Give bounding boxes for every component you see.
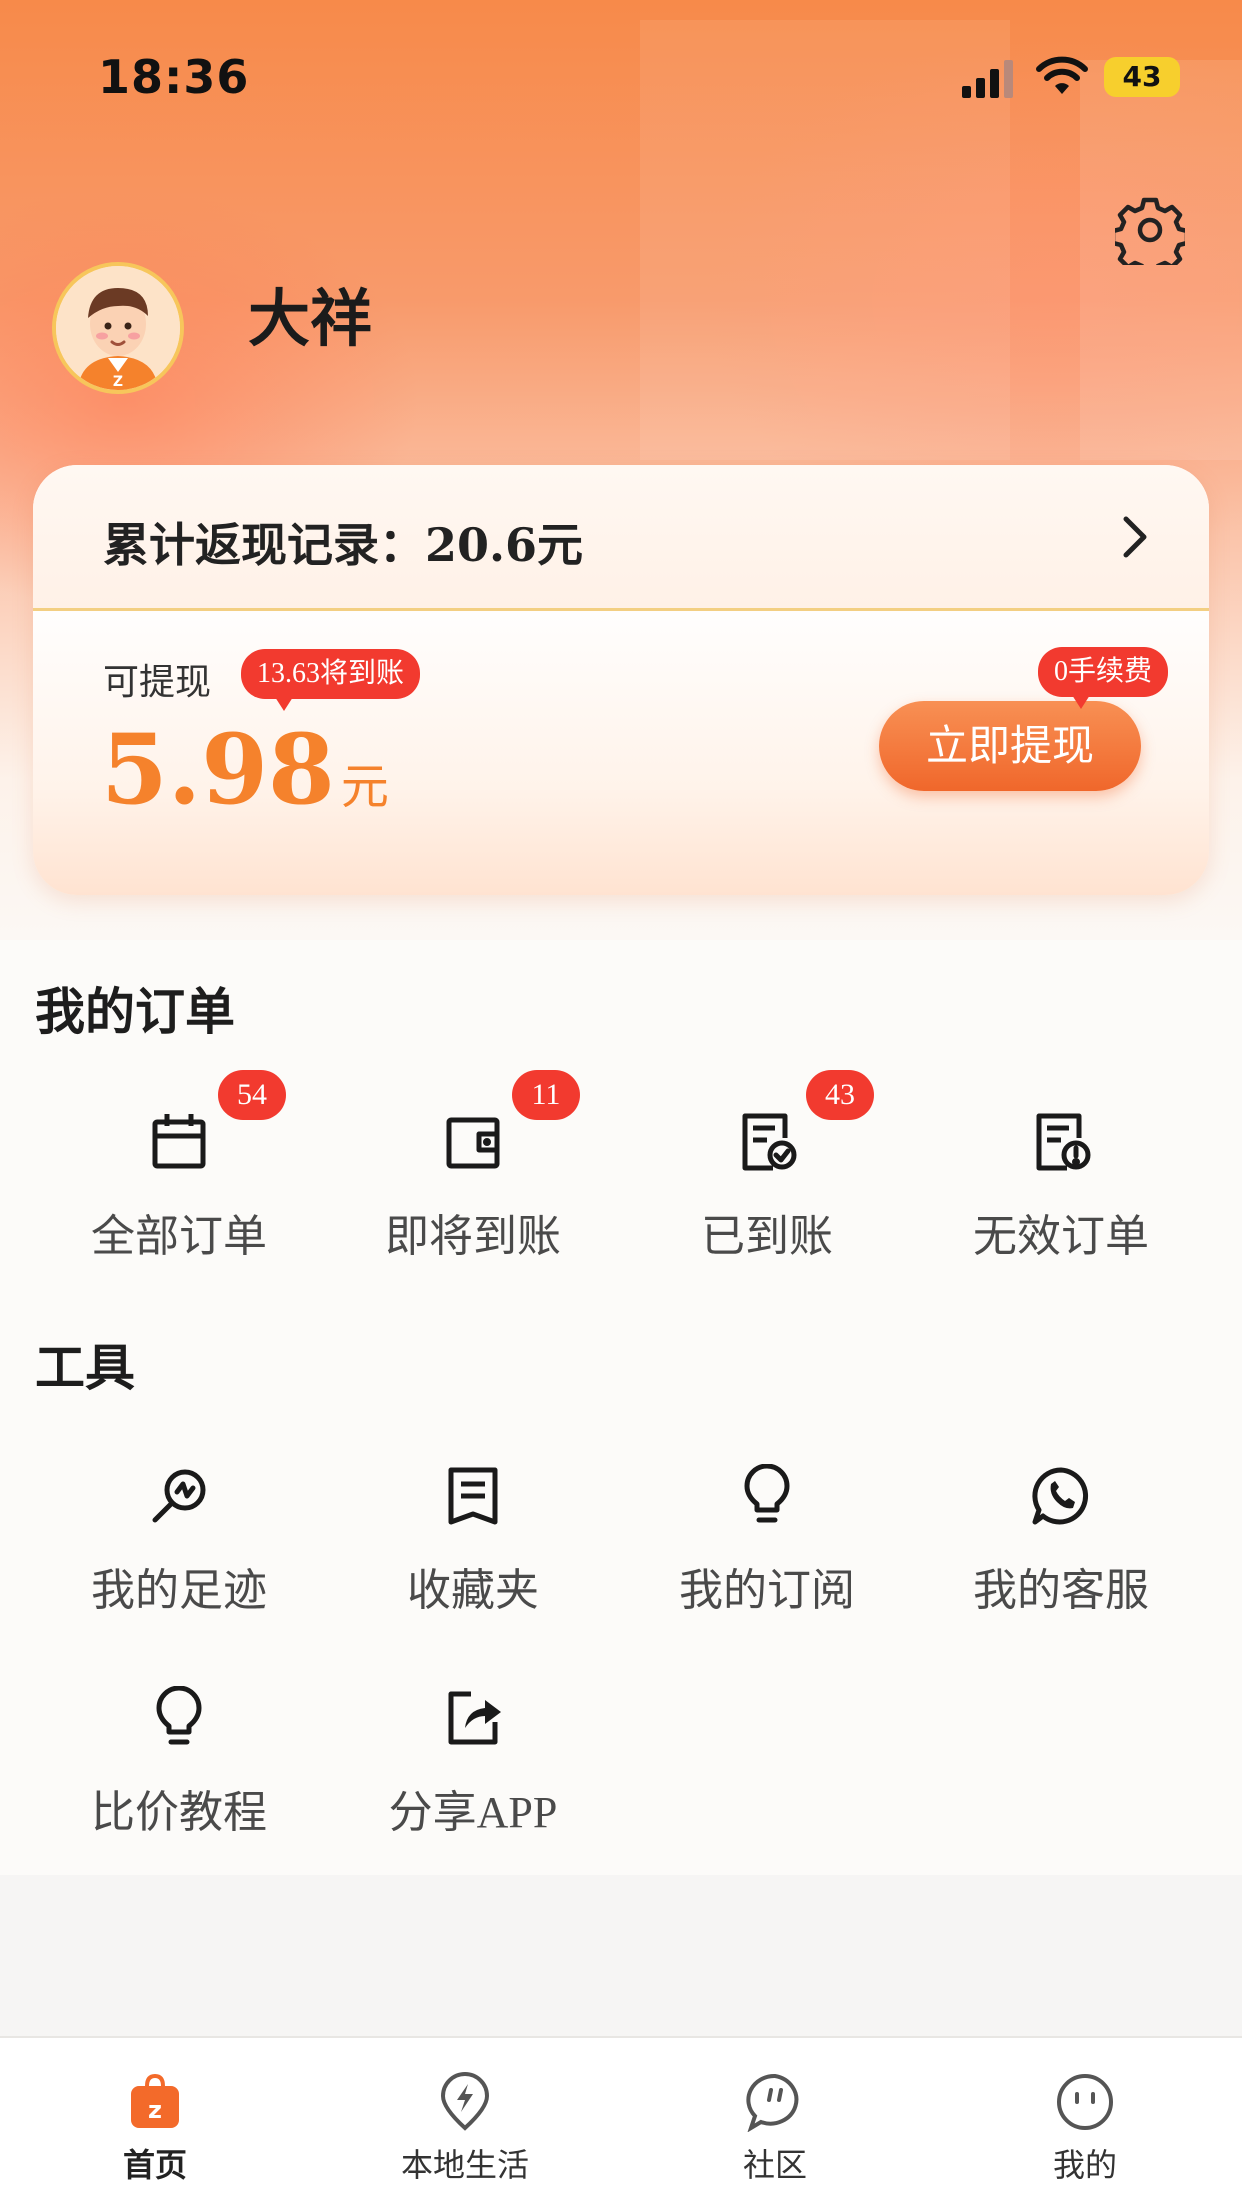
receipt-alert-icon [1036,1113,1091,1171]
avatar[interactable]: Z [52,262,184,394]
phone-chat-icon [1032,1467,1089,1525]
all-orders-button[interactable]: 54 全部订单 [32,1070,326,1264]
share-app-label: 分享APP [388,1788,558,1837]
invalid-orders-button[interactable]: 无效订单 [914,1110,1208,1264]
amount-unit: 元 [340,759,389,815]
subscription-label: 我的订阅 [679,1565,855,1616]
cumulative-cashback-label: 累计返现记录：20.6元 [103,518,584,572]
wifi-icon [1036,56,1088,94]
tab-mine-label: 我的 [1052,2146,1117,2184]
tab-mine[interactable]: 我的 [930,2038,1240,2186]
price-compare-tutorial-button[interactable]: 比价教程 [32,1686,326,1840]
footprint-label: 我的足迹 [91,1565,267,1616]
tab-local-life[interactable]: 本地生活 [310,2038,620,2186]
all-orders-badge: 54 [218,1070,286,1120]
tab-home[interactable]: z 首页 [0,2038,310,2186]
status-time: 18:36 [98,50,250,104]
cashback-card: 累计返现记录：20.6元 可提现 13.63将到账 5.98 元 立即提现 0手续… [33,465,1209,895]
withdrawable-label: 可提现 [103,662,212,703]
battery-level: 43 [1122,60,1162,93]
pending-amount-tip: 13.63将到账 [241,649,421,711]
calendar-icon [152,1114,206,1169]
invalid-orders-label: 无效订单 [973,1211,1149,1262]
favorites-label: 收藏夹 [407,1565,539,1616]
upcoming-orders-badge: 11 [512,1070,580,1120]
footprint-search-icon [152,1469,206,1523]
amount-value: 5.98 [101,713,335,826]
withdraw-button[interactable]: 立即提现 [879,701,1141,791]
chat-bubble-icon [746,2073,799,2132]
tab-community[interactable]: 社区 [620,2038,930,2186]
share-app-button[interactable]: 分享APP [326,1686,620,1840]
footprint-button[interactable]: 我的足迹 [32,1464,326,1618]
tab-community-label: 社区 [742,2146,807,2184]
customer-service-label: 我的客服 [973,1565,1149,1616]
upcoming-orders-button[interactable]: 11 即将到账 [326,1070,620,1264]
svg-text:z: z [148,2096,162,2124]
svg-text:Z: Z [113,374,123,390]
tab-local-life-label: 本地生活 [400,2146,529,2184]
location-bolt-icon [440,2072,490,2131]
customer-service-button[interactable]: 我的客服 [914,1464,1208,1618]
bookmark-icon [448,1467,498,1525]
shopping-bag-icon: z [131,2073,179,2128]
lightbulb-icon [744,1464,790,1523]
wallet-icon [446,1117,500,1169]
favorites-button[interactable]: 收藏夹 [326,1464,620,1618]
smiley-icon [1057,2074,1113,2130]
credited-orders-label: 已到账 [701,1211,833,1262]
battery-indicator: 43 [1104,57,1180,97]
bottom-tab-bar: z 首页 本地生活 社区 我的 [0,2036,1242,2210]
cellular-signal-icon [962,60,1013,98]
share-icon [448,1691,501,1745]
username: 大祥 [248,282,373,355]
price-compare-tutorial-label: 比价教程 [91,1787,267,1838]
upcoming-orders-label: 即将到账 [385,1211,561,1262]
all-orders-label: 全部订单 [91,1211,267,1262]
cumulative-cashback-row[interactable]: 累计返现记录：20.6元 [33,465,1209,611]
lightbulb-icon [156,1686,202,1745]
tools-section-title: 工具 [35,1339,135,1397]
user-avatar-icon: Z [56,266,180,390]
credited-orders-button[interactable]: 43 已到账 [620,1070,914,1264]
withdrawable-amount: 5.98 元 [101,713,389,826]
chevron-right-icon [1123,516,1147,558]
orders-section-title: 我的订单 [35,983,235,1041]
tab-home-label: 首页 [122,2146,187,2184]
fee-tip: 0手续费 [1038,647,1169,709]
subscription-button[interactable]: 我的订阅 [620,1464,914,1618]
receipt-check-icon [742,1113,797,1171]
gear-icon[interactable] [1115,195,1185,265]
credited-orders-badge: 43 [806,1070,874,1120]
